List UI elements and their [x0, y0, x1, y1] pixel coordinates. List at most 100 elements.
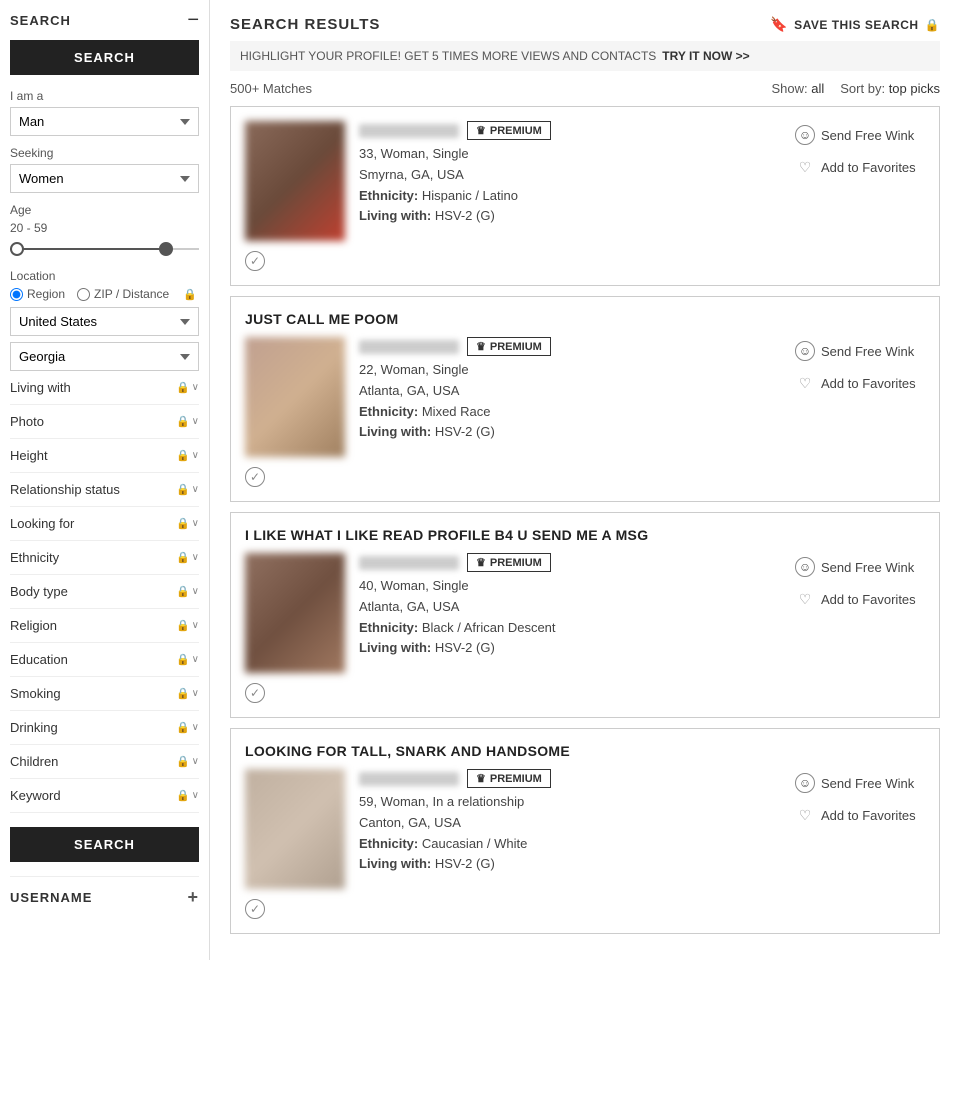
- save-search-button[interactable]: 🔖 SAVE THIS SEARCH 🔒: [770, 16, 940, 33]
- filter-lock-icon: 🔒: [176, 517, 190, 530]
- filter-lock-icon: 🔒: [176, 585, 190, 598]
- send-wink-button[interactable]: ☺ Send Free Wink: [795, 341, 925, 361]
- filter-label: Living with: [10, 380, 71, 395]
- filter-row-photo[interactable]: Photo 🔒 ∨: [10, 405, 199, 439]
- region-radio-label[interactable]: Region: [10, 287, 65, 301]
- card-name-row: ♛ PREMIUM: [359, 337, 781, 356]
- chevron-down-icon: ∨: [192, 450, 199, 461]
- username-label: USERNAME: [10, 890, 92, 905]
- filter-row-relationship-status[interactable]: Relationship status 🔒 ∨: [10, 473, 199, 507]
- premium-label: PREMIUM: [490, 773, 542, 785]
- filter-label: Height: [10, 448, 48, 463]
- filter-label: Drinking: [10, 720, 58, 735]
- premium-badge: ♛ PREMIUM: [467, 553, 551, 572]
- heart-icon: ♡: [795, 157, 815, 177]
- card-info: ♛ PREMIUM 22, Woman, Single Atlanta, GA,…: [359, 337, 781, 457]
- profile-ethnicity: Ethnicity: Mixed Race: [359, 402, 781, 423]
- region-radio[interactable]: [10, 288, 23, 301]
- chevron-down-icon: ∨: [192, 756, 199, 767]
- send-wink-button[interactable]: ☺ Send Free Wink: [795, 125, 925, 145]
- card-body: ♛ PREMIUM 22, Woman, Single Atlanta, GA,…: [245, 337, 925, 457]
- matches-count: 500+ Matches: [230, 81, 312, 96]
- filter-row-body-type[interactable]: Body type 🔒 ∨: [10, 575, 199, 609]
- blurred-name: [359, 124, 459, 138]
- card-body: ♛ PREMIUM 59, Woman, In a relationship C…: [245, 769, 925, 889]
- sort-label: Sort by: top picks: [840, 81, 940, 96]
- username-expand-button[interactable]: +: [187, 887, 199, 908]
- add-favorites-button[interactable]: ♡ Add to Favorites: [795, 589, 925, 609]
- zip-label: ZIP / Distance: [94, 287, 169, 301]
- heart-icon: ♡: [795, 589, 815, 609]
- search-button-bottom[interactable]: SEARCH: [10, 827, 199, 862]
- filter-label: Children: [10, 754, 58, 769]
- chevron-down-icon: ∨: [192, 382, 199, 393]
- add-favorites-button[interactable]: ♡ Add to Favorites: [795, 157, 925, 177]
- sidebar-collapse-button[interactable]: −: [187, 10, 199, 30]
- add-favorites-button[interactable]: ♡ Add to Favorites: [795, 805, 925, 825]
- filter-label: Ethnicity: [10, 550, 59, 565]
- check-circle-button[interactable]: ✓: [245, 683, 265, 703]
- send-wink-label: Send Free Wink: [821, 560, 914, 575]
- send-wink-button[interactable]: ☺ Send Free Wink: [795, 773, 925, 793]
- card-title: I LIKE WHAT I LIKE READ PROFILE B4 U SEN…: [245, 527, 925, 543]
- sidebar-header: SEARCH −: [10, 10, 199, 30]
- filter-row-ethnicity[interactable]: Ethnicity 🔒 ∨: [10, 541, 199, 575]
- filter-label: Photo: [10, 414, 44, 429]
- filter-row-smoking[interactable]: Smoking 🔒 ∨: [10, 677, 199, 711]
- save-search-label: SAVE THIS SEARCH: [794, 18, 918, 32]
- filter-row-looking-for[interactable]: Looking for 🔒 ∨: [10, 507, 199, 541]
- try-it-now-link[interactable]: TRY IT NOW >>: [662, 49, 749, 63]
- profile-photo[interactable]: [245, 553, 345, 673]
- state-select[interactable]: Georgia: [10, 342, 199, 371]
- profile-photo[interactable]: [245, 769, 345, 889]
- check-circle-button[interactable]: ✓: [245, 467, 265, 487]
- sort-value[interactable]: top picks: [889, 81, 940, 96]
- check-circle-button[interactable]: ✓: [245, 251, 265, 271]
- slider-thumb-max[interactable]: [159, 242, 173, 256]
- filter-row-education[interactable]: Education 🔒 ∨: [10, 643, 199, 677]
- age-slider[interactable]: [10, 239, 199, 259]
- slider-thumb-min[interactable]: [10, 242, 24, 256]
- card-details: 59, Woman, In a relationship Canton, GA,…: [359, 792, 781, 875]
- country-select[interactable]: United States: [10, 307, 199, 336]
- send-wink-button[interactable]: ☺ Send Free Wink: [795, 557, 925, 577]
- profile-ethnicity: Ethnicity: Black / African Descent: [359, 618, 781, 639]
- show-value[interactable]: all: [811, 81, 824, 96]
- add-favorites-button[interactable]: ♡ Add to Favorites: [795, 373, 925, 393]
- chevron-down-icon: ∨: [192, 620, 199, 631]
- filter-row-living-with[interactable]: Living with 🔒 ∨: [10, 371, 199, 405]
- profile-location: Smyrna, GA, USA: [359, 165, 781, 186]
- filter-row-height[interactable]: Height 🔒 ∨: [10, 439, 199, 473]
- profile-ethnicity: Ethnicity: Hispanic / Latino: [359, 186, 781, 207]
- card-name-row: ♛ PREMIUM: [359, 121, 781, 140]
- filter-lock-icon: 🔒: [176, 653, 190, 666]
- profile-card: JUST CALL ME POOM ♛ PREMIUM 22, Woman, S…: [230, 296, 940, 502]
- profile-photo[interactable]: [245, 337, 345, 457]
- main-header: SEARCH RESULTS 🔖 SAVE THIS SEARCH 🔒: [230, 16, 940, 33]
- profile-card: ♛ PREMIUM 33, Woman, Single Smyrna, GA, …: [230, 106, 940, 286]
- zip-radio[interactable]: [77, 288, 90, 301]
- main-content: SEARCH RESULTS 🔖 SAVE THIS SEARCH 🔒 HIGH…: [210, 0, 960, 960]
- blurred-name: [359, 340, 459, 354]
- seeking-select[interactable]: Women: [10, 164, 199, 193]
- page-title: SEARCH RESULTS: [230, 16, 380, 33]
- results-bar: 500+ Matches Show: all Sort by: top pick…: [230, 81, 940, 96]
- filter-row-children[interactable]: Children 🔒 ∨: [10, 745, 199, 779]
- filter-row-religion[interactable]: Religion 🔒 ∨: [10, 609, 199, 643]
- search-button[interactable]: SEARCH: [10, 40, 199, 75]
- filter-row-drinking[interactable]: Drinking 🔒 ∨: [10, 711, 199, 745]
- premium-badge: ♛ PREMIUM: [467, 121, 551, 140]
- location-lock-icon: 🔒: [183, 288, 197, 301]
- card-body: ♛ PREMIUM 33, Woman, Single Smyrna, GA, …: [245, 121, 925, 241]
- crown-icon: ♛: [476, 772, 486, 785]
- filter-row-keyword[interactable]: Keyword 🔒 ∨: [10, 779, 199, 813]
- age-gender-status: 33, Woman, Single: [359, 144, 781, 165]
- age-range-display: 20 - 59: [10, 221, 199, 235]
- zip-radio-label[interactable]: ZIP / Distance: [77, 287, 169, 301]
- i-am-a-select[interactable]: Man: [10, 107, 199, 136]
- check-circle-button[interactable]: ✓: [245, 899, 265, 919]
- profile-location: Atlanta, GA, USA: [359, 597, 781, 618]
- profile-photo[interactable]: [245, 121, 345, 241]
- show-label: Show: all: [771, 81, 824, 96]
- chevron-down-icon: ∨: [192, 416, 199, 427]
